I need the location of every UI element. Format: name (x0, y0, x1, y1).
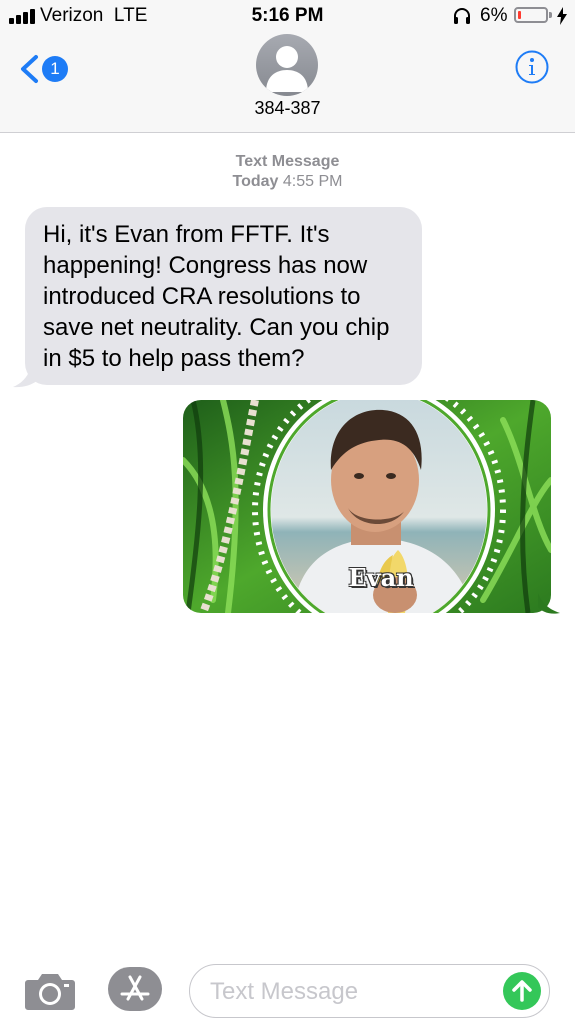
outgoing-bubble-tail (538, 593, 560, 614)
timestamp-day: Today (232, 173, 279, 190)
message-input[interactable]: Text Message (189, 964, 550, 1018)
battery-tip (549, 12, 552, 18)
message-placeholder: Text Message (210, 978, 359, 1005)
send-arrow-icon (512, 980, 532, 1002)
unread-badge: 1 (42, 56, 68, 82)
back-button[interactable]: 1 (14, 48, 74, 88)
send-button[interactable] (503, 972, 541, 1010)
incoming-message[interactable]: Hi, it's Evan from FFTF. It's happening!… (25, 207, 422, 385)
timestamp: Today 4:55 PM (0, 173, 575, 191)
chevron-left-icon (21, 55, 38, 83)
service-label: Text Message (235, 153, 340, 170)
headphones-icon (454, 8, 470, 24)
contact-name[interactable]: 384-387 (0, 98, 575, 119)
conversation-header: 1 384-387 (0, 34, 575, 133)
charging-bolt-icon (557, 7, 567, 25)
app-store-button[interactable] (108, 967, 162, 1011)
camera-icon[interactable] (24, 968, 76, 1012)
battery-icon (514, 7, 548, 23)
battery-percent: 6% (480, 5, 508, 26)
app-store-icon (120, 975, 150, 1001)
status-bar: Verizon LTE 5:16 PM 6% (0, 0, 575, 34)
gif-caption: Evan (348, 563, 414, 592)
timestamp-time: 4:55 PM (282, 173, 343, 190)
gif-attachment[interactable]: Evan (183, 400, 551, 613)
battery-level (518, 11, 521, 19)
info-icon[interactable] (515, 50, 549, 84)
avatar-icon[interactable] (256, 34, 318, 96)
